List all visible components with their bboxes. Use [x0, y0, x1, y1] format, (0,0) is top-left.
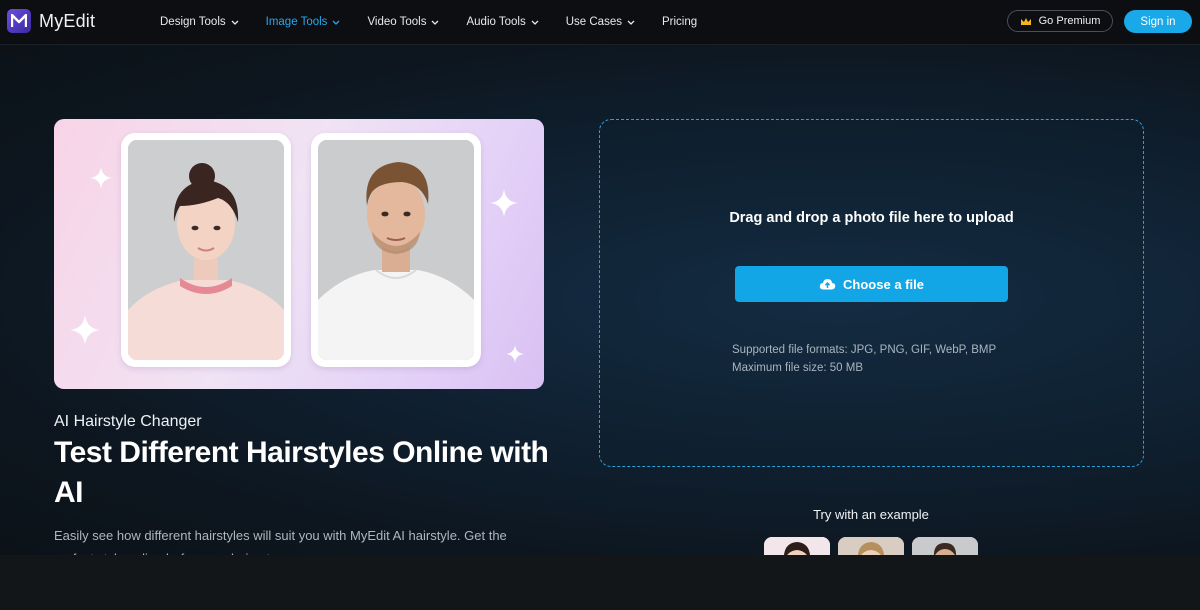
sign-in-label: Sign in	[1140, 15, 1176, 28]
main-section: AI Hairstyle Changer Test Different Hair…	[0, 45, 1200, 555]
brand-name: MyEdit	[39, 10, 96, 31]
woman-portrait	[128, 140, 284, 360]
man-portrait	[318, 140, 474, 360]
sparkle-icon	[90, 167, 112, 189]
nav-video-tools[interactable]: Video Tools	[367, 16, 439, 28]
go-premium-button[interactable]: Go Premium	[1007, 10, 1113, 32]
example-thumbnail-woman[interactable]	[764, 537, 830, 555]
choose-file-label: Choose a file	[843, 276, 924, 292]
chevron-down-icon	[531, 20, 539, 25]
nav-audio-tools[interactable]: Audio Tools	[466, 16, 539, 28]
brand-logo[interactable]: MyEdit	[7, 9, 95, 33]
go-premium-label: Go Premium	[1038, 15, 1101, 27]
crown-icon	[1020, 17, 1031, 25]
nav-item-label: Video Tools	[367, 16, 427, 28]
nav-image-tools[interactable]: Image Tools	[266, 16, 341, 28]
choose-file-button[interactable]: Choose a file	[735, 266, 1008, 302]
nav-item-label: Audio Tools	[466, 16, 526, 28]
before-photo-card	[121, 133, 291, 367]
top-navigation-bar: MyEdit Design Tools Image Tools Video To…	[0, 0, 1200, 45]
try-example-label: Try with an example	[813, 507, 929, 522]
nav-item-label: Use Cases	[565, 16, 622, 28]
sign-in-button[interactable]: Sign in	[1124, 10, 1192, 33]
chevron-down-icon	[231, 20, 239, 25]
nav-use-cases[interactable]: Use Cases	[566, 16, 635, 28]
hero-illustration	[54, 119, 544, 389]
chevron-down-icon	[432, 20, 439, 25]
page-description: Easily see how different hairstyles will…	[54, 528, 507, 555]
nav-item-label: Image Tools	[265, 16, 328, 28]
supported-formats: Supported file formats: JPG, PNG, GIF, W…	[732, 344, 997, 356]
main-nav: Design Tools Image Tools Video Tools Aud…	[160, 0, 724, 44]
example-thumbnail-blonde[interactable]	[838, 537, 904, 555]
upload-requirements: Supported file formats: JPG, PNG, GIF, W…	[732, 341, 996, 377]
drop-instructions: Drag and drop a photo file here to uploa…	[729, 210, 1014, 226]
sparkle-icon	[490, 189, 518, 217]
nav-pricing[interactable]: Pricing	[662, 16, 697, 28]
sparkle-icon	[506, 345, 524, 363]
chevron-down-icon	[332, 20, 340, 25]
chevron-down-icon	[627, 20, 635, 25]
nav-item-label: Design Tools	[160, 16, 226, 28]
logo-mark-icon	[7, 9, 31, 33]
nav-item-label: Pricing	[661, 16, 698, 28]
sparkle-icon	[70, 315, 100, 345]
example-thumbnail-man[interactable]	[912, 537, 978, 555]
cloud-upload-icon	[819, 279, 836, 290]
tool-subtitle: AI Hairstyle Changer	[54, 413, 202, 430]
page-bottom-band	[0, 555, 1200, 610]
page-title: Test Different Hairstyles Online with AI	[54, 436, 549, 509]
upload-dropzone[interactable]: Drag and drop a photo file here to uploa…	[599, 119, 1144, 467]
nav-design-tools[interactable]: Design Tools	[160, 16, 239, 28]
after-photo-card	[311, 133, 481, 367]
max-file-size: Maximum file size: 50 MB	[732, 362, 864, 374]
